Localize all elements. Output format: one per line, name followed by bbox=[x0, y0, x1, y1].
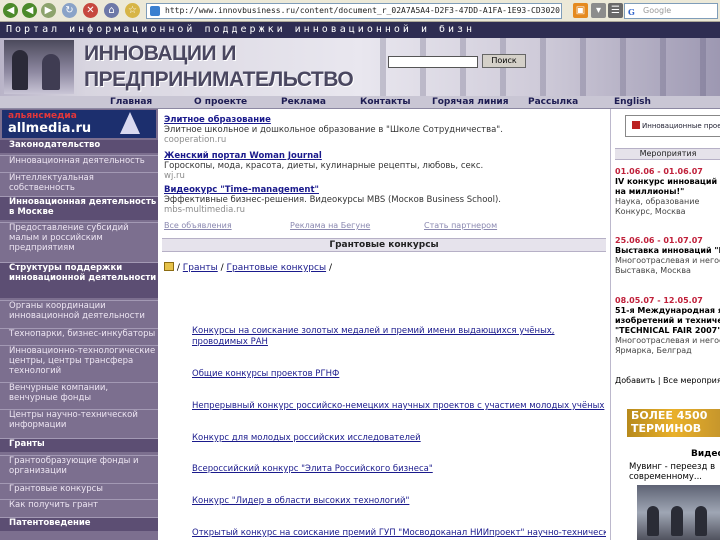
sidebar-item-moscow[interactable]: Инновационная деятельность в Москве bbox=[0, 196, 158, 220]
ad-title[interactable]: Элитное образование bbox=[164, 115, 604, 125]
grant-link[interactable]: Общие конкурсы проектов РГНФ bbox=[192, 369, 339, 380]
sidebar-item-coordination[interactable]: Органы координации инновационной деятель… bbox=[0, 300, 158, 324]
sidebar-item-ip[interactable]: Интеллектуальная собственность bbox=[0, 172, 158, 194]
right-sidebar: Инновационные проекты Мероприятия 01.06.… bbox=[610, 109, 720, 540]
tab-all-ads[interactable]: Все объявления bbox=[164, 221, 232, 230]
sidebar-item-subsidies[interactable]: Предоставление субсидий малым и российск… bbox=[0, 222, 158, 258]
logo-text-b: медиа bbox=[43, 111, 77, 121]
grant-link[interactable]: Непрерывный конкурс российско-немецких н… bbox=[192, 401, 606, 412]
sidebar-item-legislation[interactable]: Законодательство bbox=[0, 140, 158, 153]
sidebar-item-venture[interactable]: Венчурные компании, венчурные фонды bbox=[0, 382, 158, 406]
allmedia-logo[interactable]: альянсмедиа allmedia.ru bbox=[2, 110, 156, 138]
ad-block: Элитное образование Элитное школьное и д… bbox=[164, 115, 604, 145]
grant-link[interactable]: Открытый конкурс на соискание премий ГУП… bbox=[192, 528, 606, 539]
tab-partner[interactable]: Стать партнером bbox=[424, 221, 497, 230]
ad-desc: Эффективные бизнес-решения. Видеокурсы M… bbox=[164, 195, 501, 205]
grant-link[interactable]: Конкурс "Лидер в области высоких техноло… bbox=[192, 496, 409, 507]
bookmark-icon[interactable]: ☆ bbox=[125, 3, 140, 18]
forward-icon[interactable]: ▶ bbox=[41, 3, 56, 18]
logo-mark-icon bbox=[120, 112, 140, 134]
stop-icon[interactable]: ✕ bbox=[83, 3, 98, 18]
main-content: Элитное образование Элитное школьное и д… bbox=[158, 109, 610, 540]
left-sidebar: альянсмедиа allmedia.ru Законодательство… bbox=[0, 109, 158, 540]
nav-hotline[interactable]: Горячая линия bbox=[432, 97, 509, 107]
video-title: Видео bbox=[691, 449, 720, 459]
video-thumbnail[interactable] bbox=[637, 485, 720, 540]
site-title-line2: ПРЕДПРИНИМАТЕЛЬСТВО bbox=[84, 68, 354, 91]
google-icon: G bbox=[628, 7, 635, 17]
sidebar-item-how-to-grant[interactable]: Как получить грант bbox=[0, 499, 158, 513]
site-title-line1: ИННОВАЦИИ И bbox=[84, 42, 237, 65]
search-engine-icon[interactable]: ☰ bbox=[608, 3, 623, 18]
events-header: Мероприятия bbox=[615, 148, 720, 160]
address-bar[interactable]: http://www.innovbusiness.ru/content/docu… bbox=[146, 3, 562, 19]
logo-text-a: альянс bbox=[8, 111, 44, 121]
grant-link[interactable]: Конкурсы на соискание золотых медалей и … bbox=[192, 326, 572, 348]
sidebar-item-grant-funds[interactable]: Грантообразующие фонды и организации bbox=[0, 455, 158, 479]
tools-icon[interactable]: ▾ bbox=[591, 3, 606, 18]
site-search-button[interactable]: Поиск bbox=[482, 54, 526, 68]
event-item[interactable]: 01.06.06 - 01.06.07 IV конкурс инноваций… bbox=[615, 167, 720, 217]
video-text[interactable]: Мувинг - переезд в современному... bbox=[629, 462, 720, 482]
nav-home[interactable]: Главная bbox=[110, 97, 152, 107]
sidebar-item-innovation[interactable]: Инновационная деятельность bbox=[0, 155, 158, 171]
nav-english[interactable]: English bbox=[614, 97, 651, 107]
sidebar-item-grants[interactable]: Гранты bbox=[0, 438, 158, 452]
breadcrumb-grant-contests[interactable]: Грантовые конкурсы bbox=[227, 263, 327, 273]
event-item[interactable]: 25.06.06 - 01.07.07 Выставка инноваций "… bbox=[615, 236, 720, 276]
ad-subtabs: Все объявления Реклама на Бегуне Стать п… bbox=[162, 219, 606, 232]
event-item[interactable]: 08.05.07 - 12.05.07 51-я Международная я… bbox=[615, 296, 720, 372]
grant-link[interactable]: Конкурс для молодых российских исследова… bbox=[192, 433, 421, 444]
terms-ad-banner[interactable]: БОЛЕЕ 4500 ТЕРМИНОВ bbox=[627, 409, 720, 437]
browser-toolbar: ◀ ◀ ▶ ↻ ✕ ⌂ ☆ http://www.innovbusiness.r… bbox=[0, 0, 720, 22]
banner-photo bbox=[4, 40, 74, 94]
nav-contacts[interactable]: Контакты bbox=[360, 97, 411, 107]
nav-about[interactable]: О проекте bbox=[194, 97, 247, 107]
ad-block: Видеокурс "Time-management" Эффективные … bbox=[164, 185, 604, 215]
nav-ads[interactable]: Реклама bbox=[281, 97, 326, 107]
sidebar-item-itc[interactable]: Инновационно-технологические центры, цен… bbox=[0, 345, 158, 379]
home-icon[interactable]: ⌂ bbox=[104, 3, 119, 18]
innovation-projects-logo[interactable]: Инновационные проекты bbox=[625, 115, 720, 137]
sidebar-item-technoparks[interactable]: Технопарки, бизнес-инкубаторы bbox=[0, 328, 158, 342]
sidebar-item-patents[interactable]: Патентоведение bbox=[0, 517, 158, 531]
ad-desc: Гороскопы, мода, красота, диеты, кулинар… bbox=[164, 161, 484, 171]
ad-title[interactable]: Видеокурс "Time-management" bbox=[164, 185, 604, 195]
refresh-icon[interactable]: ↻ bbox=[62, 3, 77, 18]
page-icon bbox=[150, 6, 160, 16]
breadcrumb-grants[interactable]: Гранты bbox=[183, 263, 218, 273]
tab-advertise[interactable]: Реклама на Бегуне bbox=[290, 221, 370, 230]
back-arrow-icon[interactable]: ◀ bbox=[22, 3, 37, 18]
breadcrumb: / Гранты / Грантовые конкурсы / bbox=[164, 262, 332, 273]
logo-square-icon bbox=[632, 121, 640, 129]
search-placeholder: Google bbox=[643, 6, 672, 15]
sidebar-item-grant-contests[interactable]: Грантовые конкурсы bbox=[0, 483, 158, 496]
ad-url[interactable]: wj.ru bbox=[164, 171, 604, 181]
sidebar-item-info-centers[interactable]: Центры научно-технической информации bbox=[0, 409, 158, 435]
address-text: http://www.innovbusiness.ru/content/docu… bbox=[165, 6, 562, 15]
ad-url[interactable]: cooperation.ru bbox=[164, 135, 604, 145]
site-banner: ИННОВАЦИИ И ПРЕДПРИНИМАТЕЛЬСТВО Поиск bbox=[0, 38, 720, 96]
ad-url[interactable]: mbs-multimedia.ru bbox=[164, 205, 604, 215]
portal-tagline: Портал информационной поддержки инноваци… bbox=[0, 22, 720, 38]
events-more-link[interactable]: Добавить | Все мероприятия bbox=[615, 376, 720, 385]
site-search-input[interactable] bbox=[388, 56, 478, 68]
back-icon[interactable]: ◀ bbox=[3, 3, 18, 18]
nav-mailing[interactable]: Рассылка bbox=[528, 97, 578, 107]
section-title: Грантовые конкурсы bbox=[162, 238, 606, 252]
main-nav: Главная О проекте Реклама Контакты Горяч… bbox=[0, 96, 720, 109]
sidebar-item-support[interactable]: Структуры поддержки инновационной деятел… bbox=[0, 262, 158, 298]
grant-link[interactable]: Всероссийский конкурс "Элита Российского… bbox=[192, 464, 433, 475]
folder-home-icon[interactable] bbox=[164, 262, 174, 271]
search-input[interactable]: G Google bbox=[624, 3, 718, 19]
ad-desc: Элитное школьное и дошкольное образовани… bbox=[164, 125, 503, 135]
rss-icon[interactable]: ▣ bbox=[573, 3, 588, 18]
ad-block: Женский портал Woman Journal Гороскопы, … bbox=[164, 151, 604, 181]
logo-domain: allmedia.ru bbox=[8, 121, 92, 136]
ad-title[interactable]: Женский портал Woman Journal bbox=[164, 151, 604, 161]
